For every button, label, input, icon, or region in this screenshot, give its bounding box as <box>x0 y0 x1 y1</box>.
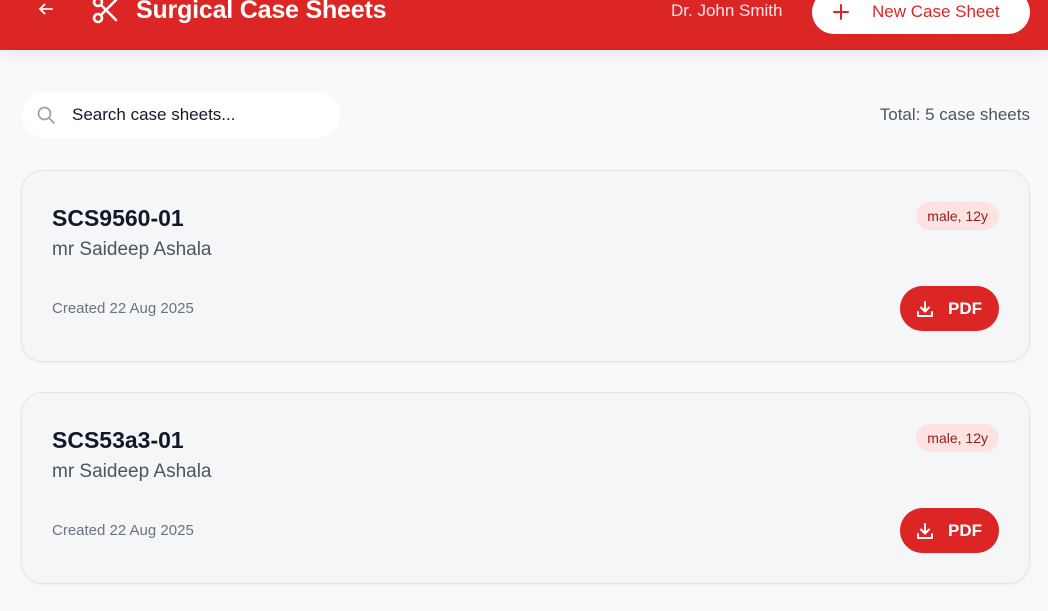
case-id: SCS9560-01 <box>52 205 184 231</box>
pdf-label: PDF <box>948 298 982 318</box>
search-input[interactable] <box>72 105 312 125</box>
patient-name: mr Saideep Ashala <box>52 461 212 482</box>
download-icon <box>916 300 934 318</box>
page-title: Surgical Case Sheets <box>136 0 387 24</box>
created-date: Created 22 Aug 2025 <box>52 300 194 317</box>
download-pdf-button[interactable]: PDF <box>900 286 999 331</box>
new-case-sheet-label: New Case Sheet <box>872 2 1000 21</box>
patient-name: mr Saideep Ashala <box>52 239 212 260</box>
plus-icon <box>832 3 850 21</box>
arrow-left-icon <box>39 3 53 15</box>
back-button[interactable] <box>34 0 58 21</box>
created-date: Created 22 Aug 2025 <box>52 522 194 539</box>
patient-info-badge: male, 12y <box>916 202 999 230</box>
total-count: Total: 5 case sheets <box>879 105 1030 124</box>
scissors-icon <box>90 0 120 26</box>
case-sheet-card[interactable]: SCS53a3-01 mr Saideep Ashala Created 22 … <box>21 392 1030 584</box>
user-name: Dr. John Smith <box>671 1 783 20</box>
download-icon <box>916 522 934 540</box>
pdf-label: PDF <box>948 520 982 540</box>
case-sheet-card[interactable]: SCS9560-01 mr Saideep Ashala Created 22 … <box>21 170 1030 362</box>
download-pdf-button[interactable]: PDF <box>900 508 999 553</box>
case-id: SCS53a3-01 <box>52 427 184 453</box>
search-icon <box>36 105 56 125</box>
patient-info-badge: male, 12y <box>916 424 999 452</box>
app-header: Surgical Case Sheets Dr. John Smith New … <box>0 0 1048 50</box>
search-box <box>22 92 340 138</box>
new-case-sheet-button[interactable]: New Case Sheet <box>812 0 1030 34</box>
